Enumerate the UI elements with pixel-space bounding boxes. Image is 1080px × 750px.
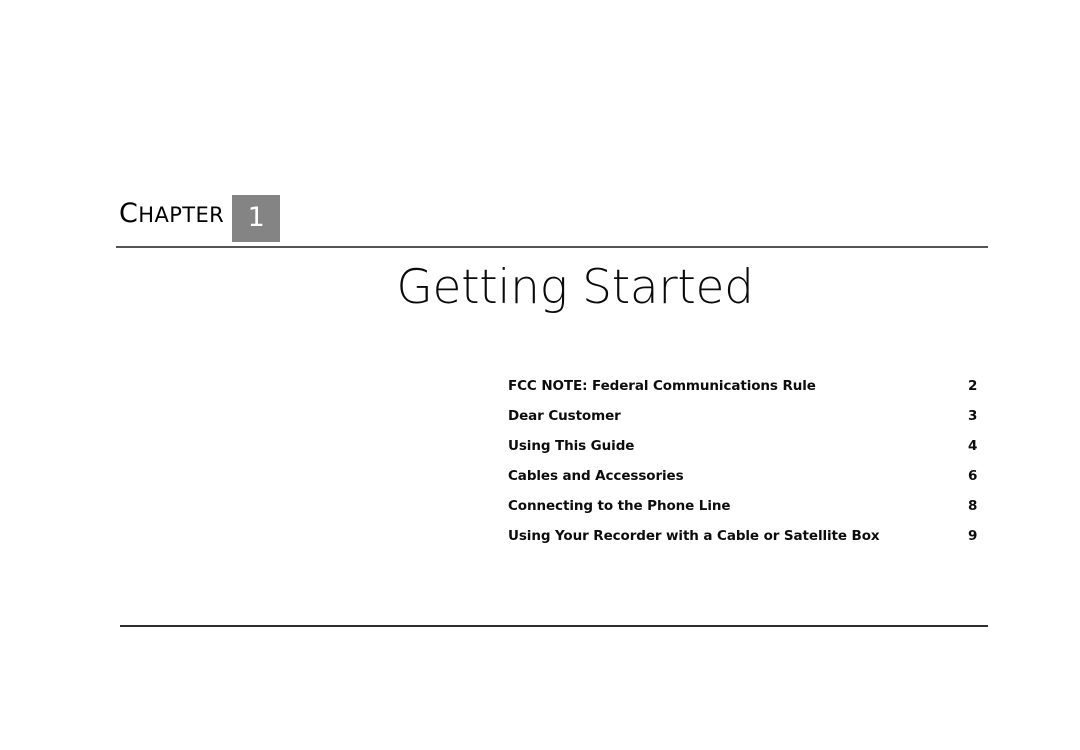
list-item[interactable]: Dear Customer 3 <box>508 408 988 438</box>
toc-entry-page-number: 2 <box>968 378 978 394</box>
table-of-contents: FCC NOTE: Federal Communications Rule 2 … <box>508 378 988 558</box>
toc-entry-label: Cables and Accessories <box>508 468 684 484</box>
toc-entry-label: Connecting to the Phone Line <box>508 498 731 514</box>
footer-divider-rule <box>120 625 988 627</box>
page-title: Getting Started <box>396 260 754 315</box>
document-page: CHAPTER 1 Getting Started FCC NOTE: Fede… <box>0 0 1080 750</box>
header-divider-rule <box>116 246 988 248</box>
chapter-label: CHAPTER <box>119 200 224 227</box>
chapter-header: CHAPTER 1 <box>116 188 988 242</box>
chapter-number-badge: 1 <box>232 195 281 242</box>
chapter-number: 1 <box>247 202 265 233</box>
toc-entry-page-number: 4 <box>968 438 978 454</box>
toc-entry-page-number: 6 <box>968 468 978 484</box>
list-item[interactable]: Using Your Recorder with a Cable or Sate… <box>508 528 988 558</box>
toc-entry-label: Dear Customer <box>508 408 621 424</box>
toc-entry-label: FCC NOTE: Federal Communications Rule <box>508 378 816 394</box>
chapter-label-initial: C <box>119 198 139 229</box>
chapter-label-rest: HAPTER <box>138 203 225 227</box>
toc-entry-label: Using This Guide <box>508 438 635 454</box>
list-item[interactable]: Connecting to the Phone Line 8 <box>508 498 988 528</box>
toc-entry-page-number: 9 <box>968 528 978 544</box>
toc-entry-page-number: 8 <box>968 498 978 514</box>
list-item[interactable]: Cables and Accessories 6 <box>508 468 988 498</box>
toc-entry-page-number: 3 <box>968 408 978 424</box>
list-item[interactable]: FCC NOTE: Federal Communications Rule 2 <box>508 378 988 408</box>
list-item[interactable]: Using This Guide 4 <box>508 438 988 468</box>
toc-entry-label: Using Your Recorder with a Cable or Sate… <box>508 528 880 544</box>
